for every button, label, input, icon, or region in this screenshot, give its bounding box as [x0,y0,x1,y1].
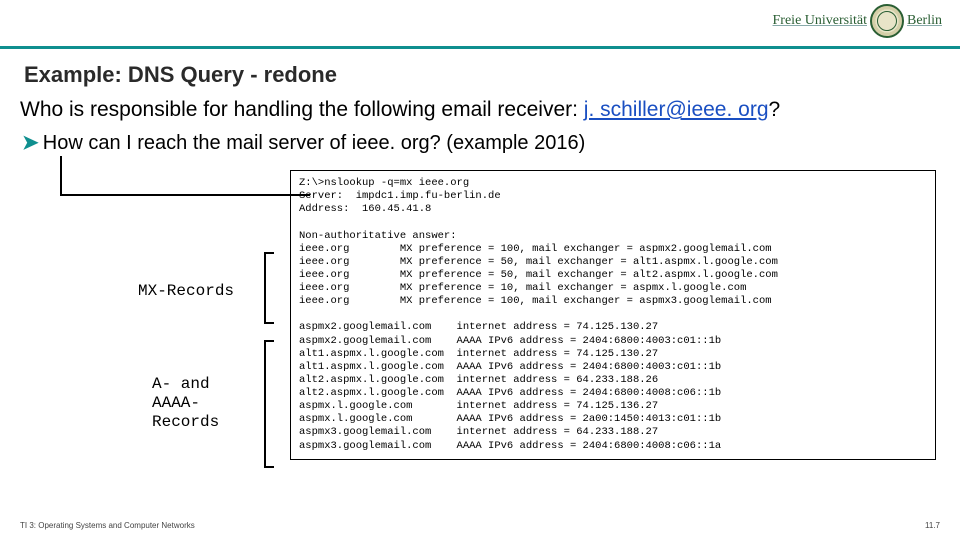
brace-mx [264,252,288,324]
bullet-text: How can I reach the mail server of ieee.… [43,132,586,154]
terminal-header: Z:\>nslookup -q=mx ieee.org Server: impd… [299,177,501,215]
question-suffix: ? [769,98,781,121]
label-mx-records: MX-Records [138,282,234,300]
slide-title: Example: DNS Query - redone [24,62,337,88]
sub-bullet: ➤How can I reach the mail server of ieee… [22,130,585,155]
question-line: Who is responsible for handling the foll… [20,98,780,122]
question-prefix: Who is responsible for handling the foll… [20,98,584,121]
connector-vertical [60,156,62,194]
terminal-mx-block: Non-authoritative answer: ieee.org MX pr… [299,230,778,308]
connector-horizontal [60,194,310,196]
seal-icon [870,4,904,38]
bullet-arrow-icon: ➤ [22,132,39,154]
label-a-records: A- and AAAA- Records [152,375,219,433]
logo-text-1: Freie Universität [773,13,867,29]
brace-a [264,340,288,468]
accent-bar [0,46,960,49]
university-logo: Freie Universität Berlin [773,4,942,38]
terminal-output: Z:\>nslookup -q=mx ieee.org Server: impd… [290,170,936,460]
footer-left: TI 3: Operating Systems and Computer Net… [20,521,195,530]
terminal-a-block: aspmx2.googlemail.com internet address =… [299,321,721,451]
logo-text-2: Berlin [907,13,942,29]
footer-right: 11.7 [925,521,940,530]
email-link[interactable]: j. schiller@ieee. org [584,98,769,121]
